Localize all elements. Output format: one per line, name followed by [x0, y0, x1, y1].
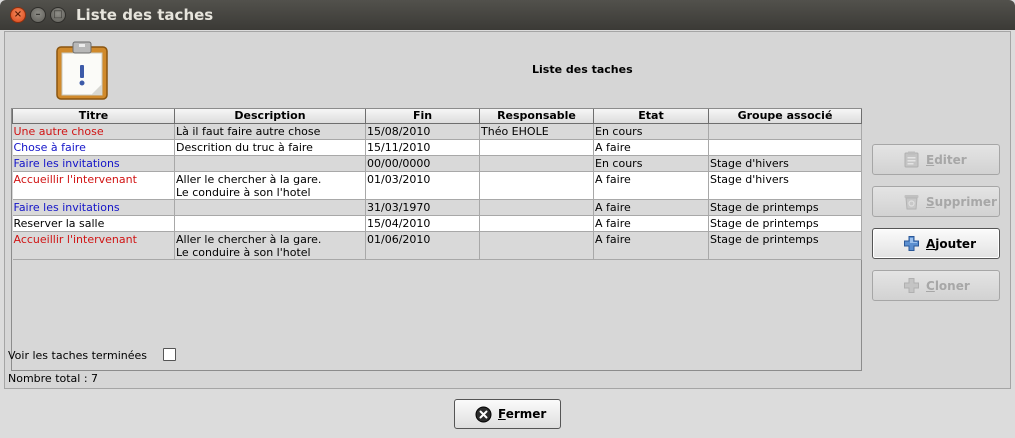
- window-titlebar: × – □ Liste des taches: [0, 0, 1015, 30]
- cell-titre: Reserver la salle: [12, 215, 175, 232]
- minimize-icon: –: [35, 9, 41, 20]
- cell-groupe: Stage d'hivers: [708, 155, 862, 172]
- maximize-icon: □: [53, 9, 63, 20]
- close-icon: ×: [13, 9, 23, 20]
- column-header-groupe[interactable]: Groupe associé: [708, 109, 862, 124]
- cell-responsable: Théo EHOLE: [479, 123, 594, 140]
- cell-fin: 15/04/2010: [365, 215, 480, 232]
- window-minimize-button[interactable]: –: [30, 7, 46, 23]
- editer-button[interactable]: Editer: [872, 144, 1000, 175]
- cell-groupe: [708, 139, 862, 156]
- window-title: Liste des taches: [76, 6, 214, 24]
- editer-label: Editer: [926, 153, 967, 167]
- total-count: Nombre total : 7: [8, 372, 99, 385]
- cell-etat: A faire: [593, 171, 709, 200]
- column-header-etat[interactable]: Etat: [593, 109, 709, 124]
- cell-titre: Chose à faire: [12, 139, 175, 156]
- cell-titre: Accueillir l'intervenant: [12, 171, 175, 200]
- description-line: Aller le chercher à la gare.: [176, 232, 322, 246]
- cell-groupe: [708, 123, 862, 140]
- cell-description: Aller le chercher à la gare. Le conduire …: [174, 171, 366, 200]
- cell-etat: A faire: [593, 139, 709, 156]
- description-line: Aller le chercher à la gare.: [176, 172, 322, 186]
- cell-fin: 15/11/2010: [365, 139, 480, 156]
- cell-responsable: [479, 171, 594, 200]
- cloner-button[interactable]: Cloner: [872, 270, 1000, 301]
- description-line: Le conduire à son l'hotel: [176, 245, 311, 259]
- column-header-description[interactable]: Description: [174, 109, 366, 124]
- table-row[interactable]: Une autre chose Là il faut faire autre ch…: [12, 123, 862, 140]
- table-row[interactable]: Chose à faire Descrition du truc à faire 1…: [12, 139, 862, 156]
- cell-fin: 31/03/1970: [365, 199, 480, 216]
- cell-etat: A faire: [593, 215, 709, 232]
- cell-etat: En cours: [593, 155, 709, 172]
- fermer-label: Fermer: [498, 407, 547, 421]
- tasks-table: Titre Description Fin Responsable Etat G…: [12, 109, 862, 260]
- plus-icon: [904, 236, 919, 251]
- cell-description: [174, 155, 366, 172]
- cell-responsable: [479, 215, 594, 232]
- cell-fin: 01/03/2010: [365, 171, 480, 200]
- cell-titre: Faire les invitations: [12, 155, 175, 172]
- table-row[interactable]: Reserver la salle 15/04/2010 A faire Stage …: [12, 215, 862, 232]
- clipboard-alert-icon: [56, 41, 108, 100]
- cell-etat: A faire: [593, 231, 709, 260]
- description-line: Descrition du truc à faire: [176, 140, 313, 154]
- clipboard-icon: [904, 151, 919, 168]
- cell-responsable: [479, 199, 594, 216]
- cell-fin: 15/08/2010: [365, 123, 480, 140]
- cell-titre: Faire les invitations: [12, 199, 175, 216]
- description-line: Le conduire à son l'hotel: [176, 185, 311, 199]
- ajouter-button[interactable]: Ajouter: [872, 228, 1000, 259]
- cell-fin: 01/06/2010: [365, 231, 480, 260]
- tasks-table-body: Une autre chose Là il faut faire autre ch…: [12, 123, 862, 260]
- cell-description: Aller le chercher à la gare. Le conduire …: [174, 231, 366, 260]
- table-row[interactable]: Faire les invitations 31/03/1970 A faire St…: [12, 199, 862, 216]
- table-row[interactable]: Accueillir l'intervenant Aller le cherche…: [12, 171, 862, 200]
- cell-groupe: Stage de printemps: [708, 199, 862, 216]
- supprimer-button[interactable]: Supprimer: [872, 186, 1000, 217]
- page-title: Liste des taches: [532, 63, 633, 76]
- cell-groupe: Stage de printemps: [708, 215, 862, 232]
- cell-responsable: [479, 155, 594, 172]
- cell-description: [174, 199, 366, 216]
- trash-icon: [904, 195, 919, 210]
- show-finished-label: Voir les taches terminées: [8, 349, 148, 362]
- cell-titre: Accueillir l'intervenant: [12, 231, 175, 260]
- table-row[interactable]: Faire les invitations 00/00/0000 En cours S…: [12, 155, 862, 172]
- cell-description: Là il faut faire autre chose: [174, 123, 366, 140]
- cell-responsable: [479, 139, 594, 156]
- cell-titre: Une autre chose: [12, 123, 175, 140]
- window-maximize-button[interactable]: □: [50, 7, 66, 23]
- ajouter-label: Ajouter: [926, 237, 976, 251]
- cell-etat: A faire: [593, 199, 709, 216]
- fermer-button[interactable]: Fermer: [454, 399, 561, 429]
- cell-groupe: Stage d'hivers: [708, 171, 862, 200]
- supprimer-label: Supprimer: [926, 195, 997, 209]
- plus-icon: [904, 278, 919, 293]
- column-header-responsable[interactable]: Responsable: [479, 109, 594, 124]
- show-finished-checkbox[interactable]: [163, 348, 176, 361]
- column-header-titre[interactable]: Titre: [12, 109, 175, 124]
- window-close-button[interactable]: ×: [10, 7, 26, 23]
- description-line: Là il faut faire autre chose: [176, 124, 321, 138]
- cell-groupe: Stage de printemps: [708, 231, 862, 260]
- close-circle-icon: [475, 406, 492, 423]
- main-panel: Liste des taches Titre Description Fin R…: [4, 31, 1011, 389]
- cloner-label: Cloner: [926, 279, 970, 293]
- tasks-table-container[interactable]: Titre Description Fin Responsable Etat G…: [11, 108, 862, 371]
- cell-description: Descrition du truc à faire: [174, 139, 366, 156]
- cell-responsable: [479, 231, 594, 260]
- table-row[interactable]: Accueillir l'intervenant Aller le cherche…: [12, 231, 862, 260]
- cell-fin: 00/00/0000: [365, 155, 480, 172]
- cell-etat: En cours: [593, 123, 709, 140]
- column-header-fin[interactable]: Fin: [365, 109, 480, 124]
- cell-description: [174, 215, 366, 232]
